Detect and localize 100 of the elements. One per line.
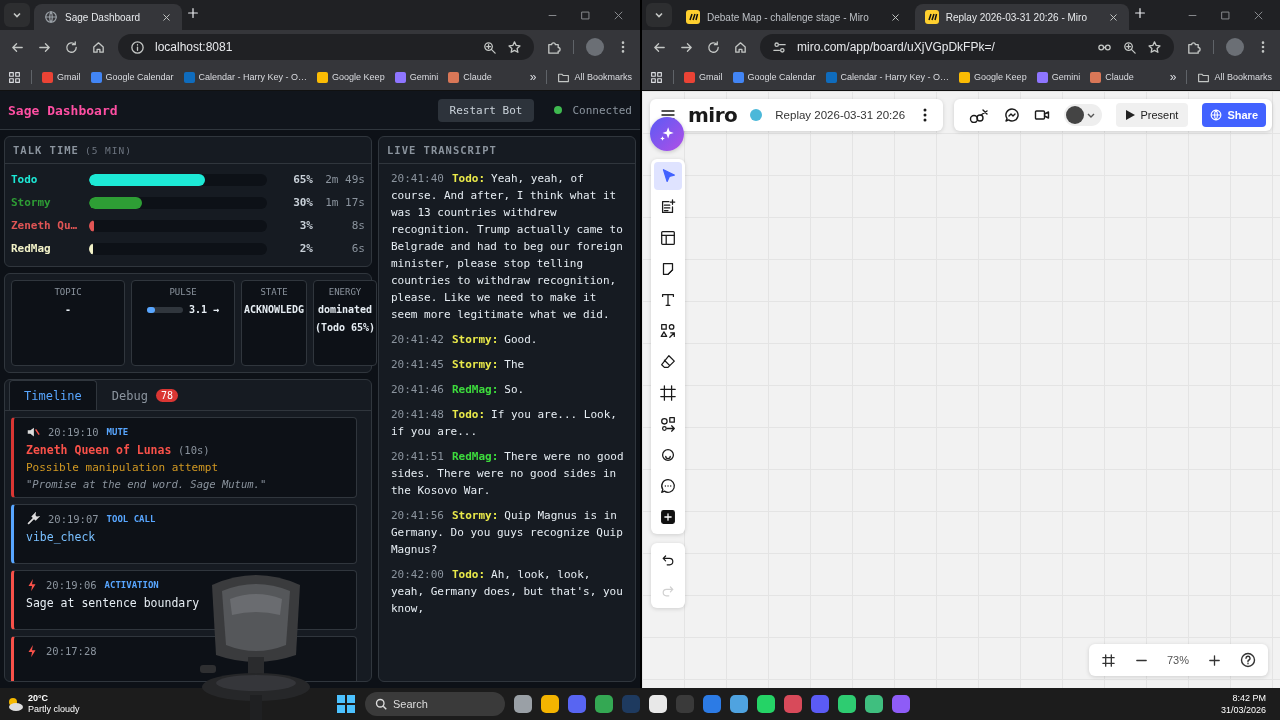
- help-icon[interactable]: [1240, 652, 1256, 668]
- bookmark[interactable]: Google Calendar: [732, 71, 816, 83]
- reactions-icon[interactable]: [967, 107, 990, 123]
- frame-icon[interactable]: [1100, 652, 1116, 668]
- bookmark[interactable]: Gmail: [684, 71, 723, 83]
- board-title[interactable]: Replay 2026-03-31 20:26: [775, 109, 906, 121]
- zoom-in-icon[interactable]: [1207, 652, 1222, 668]
- extension-icon[interactable]: [1186, 39, 1201, 55]
- more-bookmarks-button[interactable]: »: [529, 70, 537, 84]
- event-reason: Possible manipulation attempt: [26, 461, 220, 474]
- transcript-entry: 20:41:46 RedMag: So.: [391, 382, 526, 398]
- close-icon[interactable]: [161, 11, 173, 23]
- taskbar-app-icon[interactable]: [514, 695, 532, 713]
- lightning-icon: [26, 578, 38, 592]
- user-avatar-menu[interactable]: [1063, 104, 1102, 126]
- zoom-level[interactable]: 73%: [1166, 654, 1189, 666]
- bookmark[interactable]: Gemini: [1036, 71, 1081, 83]
- bookmark[interactable]: Google Keep: [959, 71, 1027, 83]
- star-icon[interactable]: [1147, 39, 1162, 55]
- event-time: 20:19:07: [48, 513, 99, 525]
- ai-assistant-button[interactable]: [650, 117, 684, 151]
- bookmark[interactable]: Google Calendar: [90, 71, 174, 83]
- bookmark[interactable]: Google Keep: [317, 71, 385, 83]
- close-icon[interactable]: [613, 10, 624, 21]
- zoom-icon[interactable]: [482, 39, 497, 55]
- stat-label: ENERGY: [328, 287, 362, 297]
- more-bookmarks-button[interactable]: »: [1169, 70, 1177, 84]
- reload-icon[interactable]: [706, 39, 721, 55]
- stat-value: 3.1 →: [188, 303, 220, 317]
- speaker-name: Zeneth Qu…: [11, 219, 79, 232]
- speaker-name: Todo: [11, 173, 39, 186]
- bookmark[interactable]: Claude: [1090, 71, 1134, 83]
- percent-value: 30%: [292, 196, 313, 209]
- duration-value: 6s: [350, 242, 365, 255]
- browser-tab[interactable]: Debate Map - challenge stage - Miro: [676, 4, 911, 30]
- transcript-entry: 20:41:40 Todo: Yeah, yeah, of course. And after, I think what it was 13 countries withdrew recognition. Trump actually came to Belgrade and had to beg our foreign minister, please stop telling countries to withdraw recognition, please. Like we need to make it seem more legitimate what we did.: [391, 171, 624, 323]
- stat-value: dominated (Todo 65%): [314, 303, 376, 335]
- browser-tab[interactable]: Replay 2026-03-31 20:26 - Miro: [914, 4, 1129, 30]
- stat-value: -: [65, 303, 71, 317]
- home-icon[interactable]: [733, 39, 748, 55]
- weather-icon[interactable]: [6, 696, 24, 712]
- address-bar[interactable]: miro.com/app/board/uXjVGpDkFPk=/: [760, 34, 1174, 60]
- taskbar-app-icon[interactable]: [865, 695, 883, 713]
- taskbar-app-icon[interactable]: [730, 695, 748, 713]
- restart-button[interactable]: Restart Bot: [437, 98, 535, 122]
- event-type: MUTE: [106, 427, 129, 437]
- percent-value: 2%: [298, 242, 313, 255]
- transcript-entry: 20:41:42 Stormy: Good.: [391, 332, 539, 348]
- bookmark[interactable]: Gemini: [394, 71, 439, 83]
- apps-grid-icon[interactable]: [8, 70, 21, 84]
- panel-tab[interactable]: Timeline: [9, 380, 97, 410]
- event-time: 20:19:06: [46, 579, 97, 591]
- transcript-entry: 20:41:51 RedMag: There were no good sides. There were no good sides in the Kosovo War.: [391, 449, 625, 499]
- stat-label: TOPIC: [54, 287, 82, 297]
- browser-tab[interactable]: Sage Dashboard: [34, 4, 183, 30]
- maximize-icon[interactable]: [1220, 10, 1231, 21]
- bookmark[interactable]: Calendar - Harry Key - O…: [183, 71, 308, 83]
- video-icon[interactable]: [1033, 107, 1050, 123]
- star-icon[interactable]: [507, 39, 522, 55]
- new-tab-icon[interactable]: [1132, 6, 1147, 20]
- event-detail: Sage at sentence boundary: [26, 596, 201, 610]
- taskbar-app-icon[interactable]: [595, 695, 613, 713]
- taskbar-app-icon[interactable]: [757, 695, 775, 713]
- start-button[interactable]: [336, 694, 356, 714]
- panel-tab[interactable]: Debug 78: [96, 380, 193, 410]
- present-button[interactable]: Present: [1115, 103, 1189, 127]
- reload-icon[interactable]: [64, 39, 79, 55]
- info-icon[interactable]: [130, 39, 145, 55]
- profile-avatar[interactable]: [1226, 38, 1244, 56]
- bookmark[interactable]: Gmail: [42, 71, 81, 83]
- caret-icon: [654, 10, 664, 20]
- share-button[interactable]: Share: [1202, 103, 1266, 127]
- muted-speaker-icon: [26, 425, 40, 439]
- close-icon[interactable]: [1107, 11, 1119, 23]
- new-tab-icon[interactable]: [186, 6, 201, 20]
- close-icon[interactable]: [889, 11, 901, 23]
- all-bookmarks-button[interactable]: All Bookmarks: [1197, 70, 1272, 84]
- all-bookmarks-button[interactable]: All Bookmarks: [557, 70, 632, 84]
- maximize-icon[interactable]: [580, 10, 591, 21]
- taskbar-app-icon[interactable]: [649, 695, 667, 713]
- taskbar-app-icon[interactable]: [838, 695, 856, 713]
- participant-name: Zeneth Queen of Lunas: [26, 443, 172, 457]
- profile-avatar[interactable]: [586, 38, 604, 56]
- event-quote: "Promise at the end word. Sage Mutum.": [26, 478, 268, 490]
- sparkle-icon: [658, 125, 676, 143]
- search-button[interactable]: Search: [365, 692, 505, 716]
- panel-title: TALK TIME: [13, 144, 79, 156]
- cursor-tool[interactable]: [654, 162, 682, 190]
- settings-icon[interactable]: [772, 39, 787, 55]
- address-bar[interactable]: localhost:8081: [118, 34, 534, 60]
- bookmark[interactable]: Calendar - Harry Key - O…: [825, 71, 950, 83]
- bookmark[interactable]: Claude: [448, 71, 492, 83]
- taskbar-app-icon[interactable]: [541, 695, 559, 713]
- close-icon[interactable]: [1253, 10, 1264, 21]
- chat-icon[interactable]: [1003, 107, 1020, 123]
- extension-icon[interactable]: [546, 39, 561, 55]
- home-icon[interactable]: [91, 39, 106, 55]
- apps-grid-icon[interactable]: [650, 70, 663, 84]
- zoom-icon[interactable]: [1122, 39, 1137, 55]
- connection-status: Connected: [572, 103, 632, 117]
